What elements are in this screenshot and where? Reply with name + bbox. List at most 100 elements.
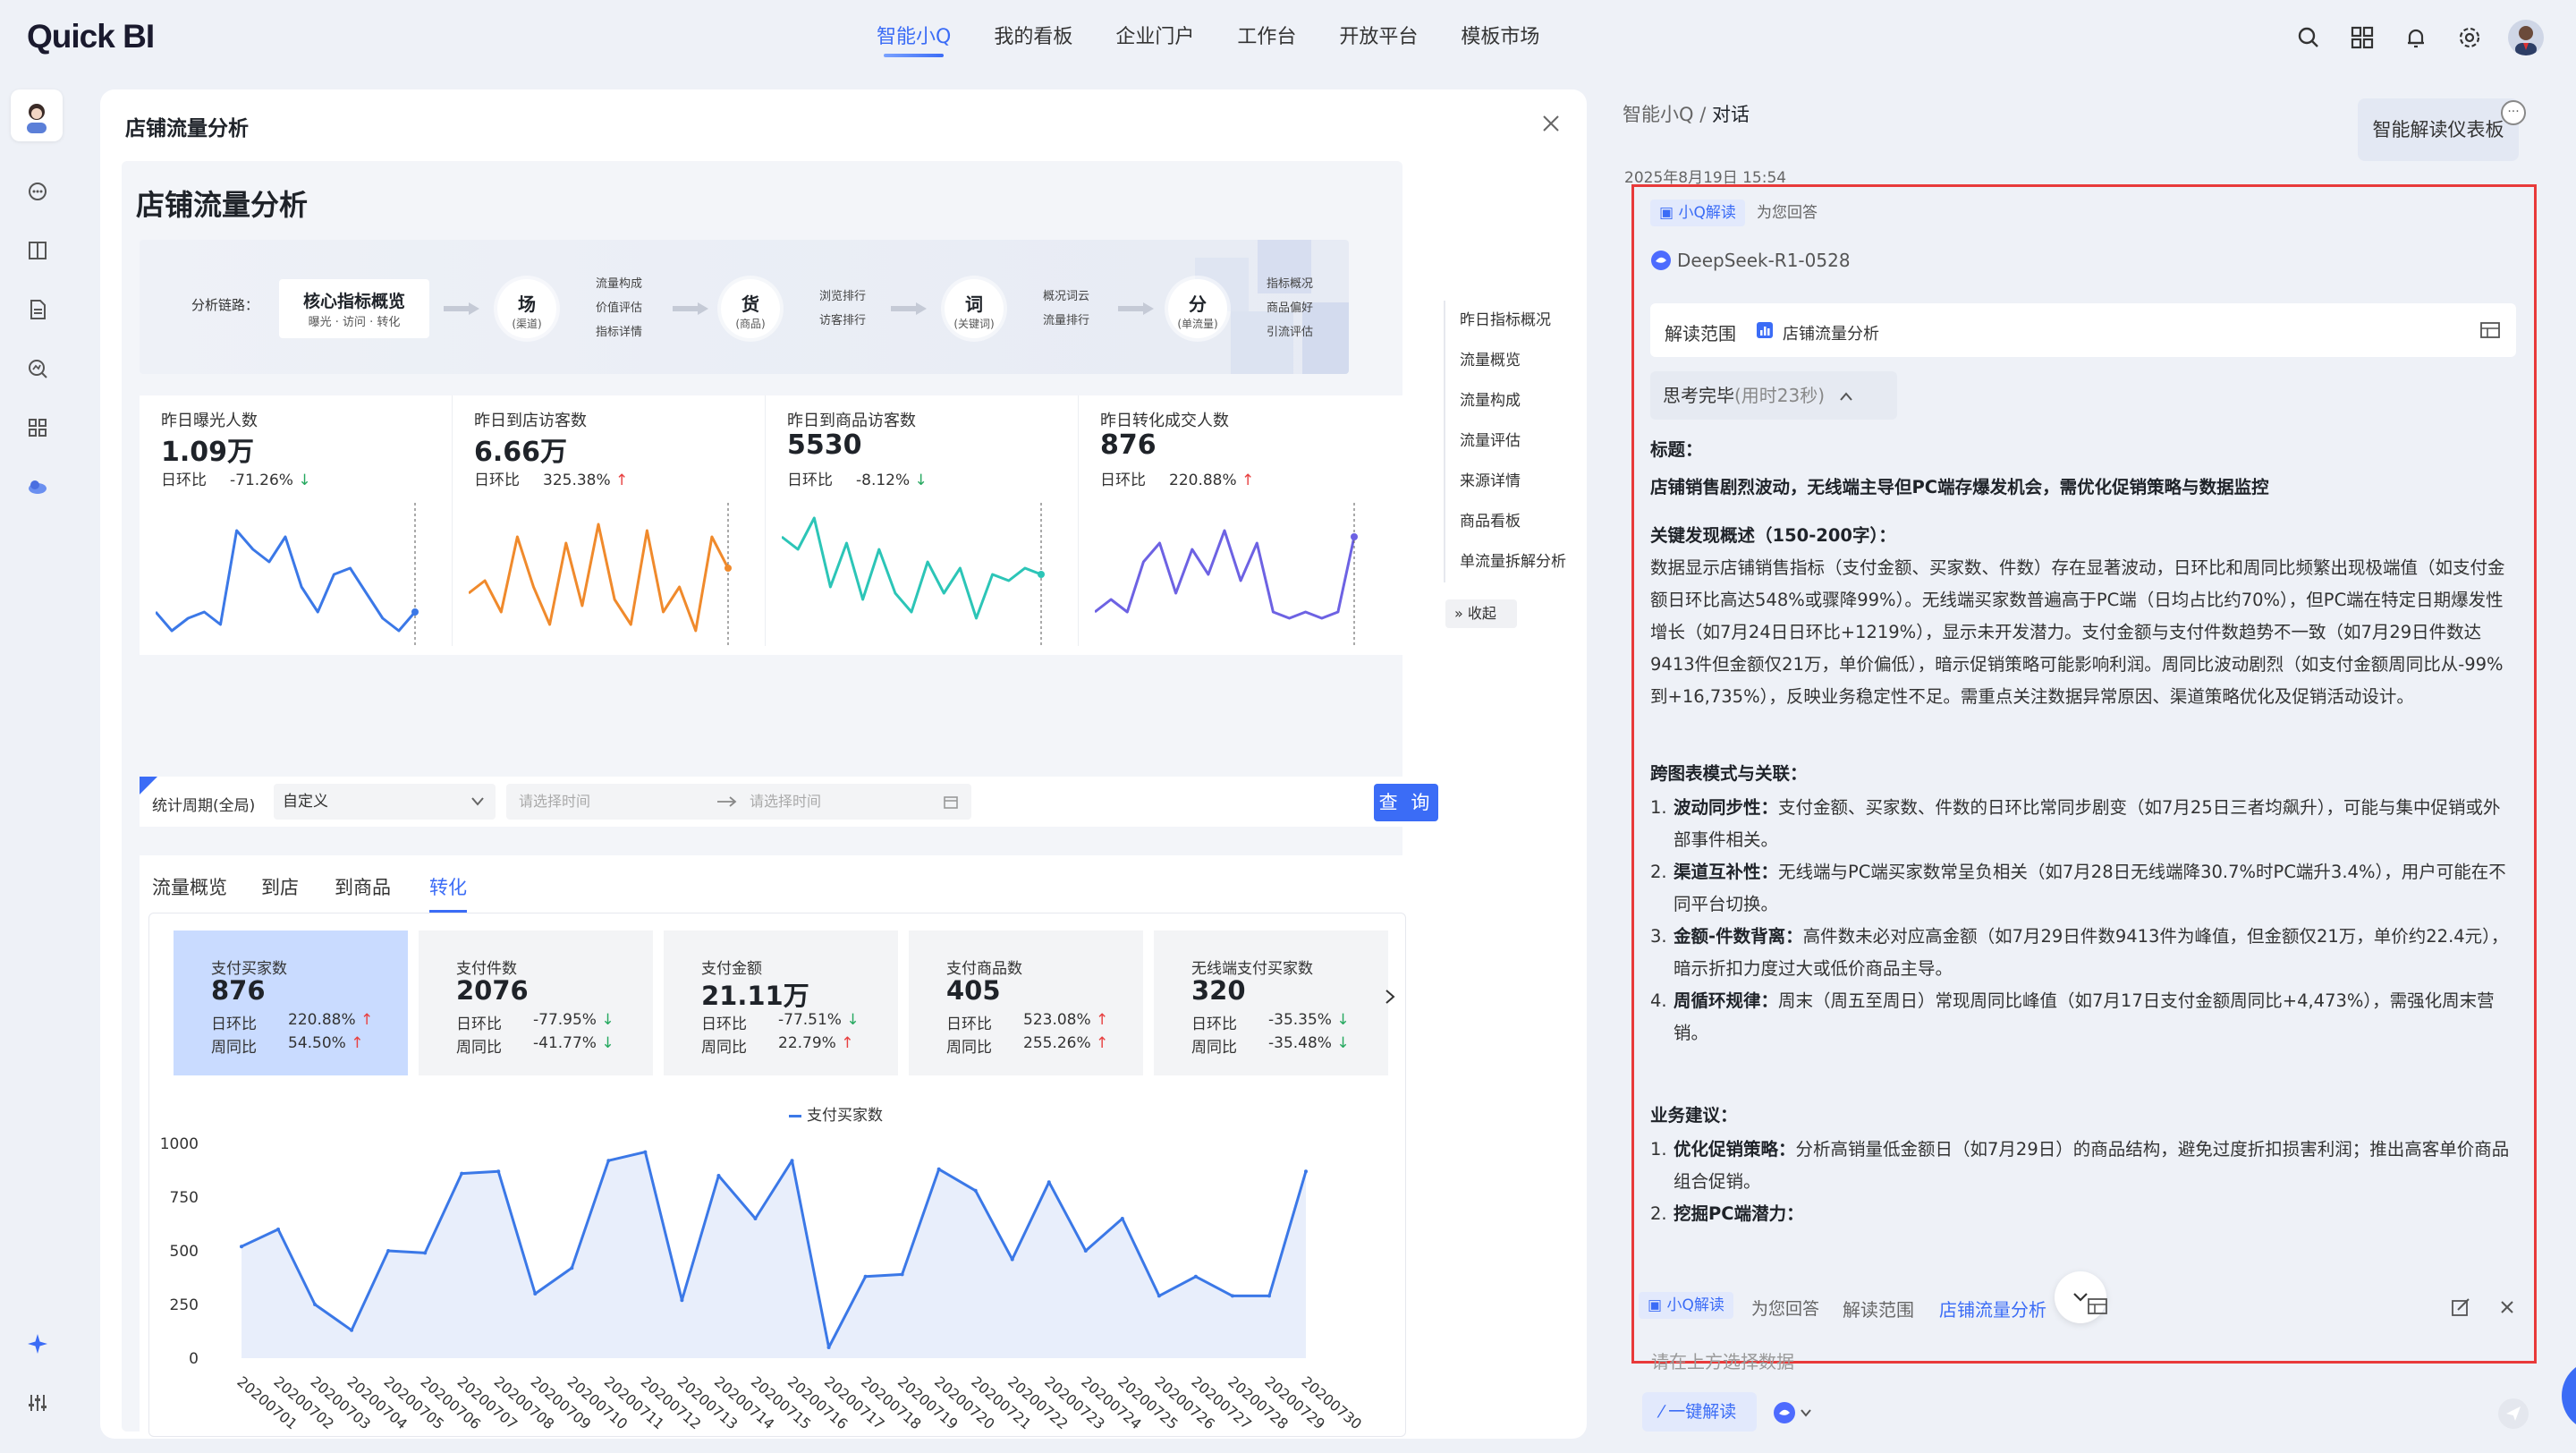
toc-item[interactable]: 来源详情 (1445, 462, 1596, 502)
toc-item[interactable]: 流量评估 (1445, 421, 1596, 462)
data-point[interactable] (753, 1217, 758, 1220)
table-icon[interactable] (2480, 321, 2500, 339)
tab-to-product[interactable]: 到商品 (335, 873, 391, 900)
book-icon[interactable] (25, 238, 50, 263)
one-click-interpret-button[interactable]: ⁄ 一键解读 (1642, 1392, 1757, 1432)
date-start-input[interactable]: 请选择时间 (519, 784, 590, 820)
data-point[interactable] (240, 1245, 243, 1249)
data-point[interactable] (1304, 1169, 1308, 1174)
chat-input[interactable]: 请在上方选择数据 (1651, 1347, 1794, 1373)
user-avatar[interactable] (2508, 20, 2544, 55)
toc-item[interactable]: 流量构成 (1445, 381, 1596, 421)
toc-item[interactable]: 流量概览 (1445, 341, 1596, 381)
chain-item[interactable]: 流量构成 (596, 272, 642, 296)
chain-item[interactable]: 概况词云 (1043, 285, 1089, 309)
data-point[interactable] (790, 1159, 794, 1163)
gear-icon[interactable] (2454, 22, 2485, 53)
data-point[interactable] (643, 1150, 648, 1154)
sparkle-icon[interactable] (25, 1331, 50, 1356)
data-point[interactable] (1193, 1274, 1198, 1279)
chain-item[interactable]: 浏览排行 (819, 285, 866, 309)
chain-node-single[interactable]: 分 (单流量) (1168, 279, 1227, 338)
data-point[interactable] (716, 1174, 721, 1177)
bell-icon[interactable] (2401, 22, 2431, 53)
chart-legend[interactable]: 支付买家数 (789, 1102, 883, 1125)
search-icon[interactable] (2293, 22, 2324, 53)
kpi-card[interactable]: 昨日到商品访客数 5530 日环比 -8.12% ↓ (766, 395, 1079, 655)
nav-item-open-platform[interactable]: 开放平台 (1339, 21, 1418, 57)
interpret-dashboard-button[interactable]: 智能解读仪表板 (2358, 98, 2519, 161)
data-point[interactable] (900, 1272, 904, 1277)
chain-item[interactable]: 价值评估 (596, 296, 642, 320)
tab-to-store[interactable]: 到店 (261, 873, 299, 900)
nav-item-smart-q[interactable]: 智能小Q (877, 21, 951, 57)
analysis-icon[interactable] (25, 356, 50, 381)
close-icon[interactable] (1540, 113, 1562, 134)
data-point[interactable] (1230, 1294, 1234, 1298)
data-point[interactable] (496, 1169, 501, 1174)
data-point[interactable] (936, 1167, 941, 1171)
metric-card[interactable]: 支付商品数 405 日环比 523.08% ↑ 周同比 255.26% ↑ (909, 930, 1143, 1075)
kpi-card[interactable]: 昨日到店访客数 6.66万 日环比 325.38% ↑ (453, 395, 766, 655)
thinking-toggle[interactable]: 思考完毕(用时23秒) (1650, 371, 1897, 420)
data-point[interactable] (276, 1228, 281, 1231)
model-select-icon[interactable] (1773, 1401, 1816, 1424)
data-point[interactable] (313, 1303, 318, 1306)
more-icon[interactable]: ··· (2501, 100, 2526, 125)
tab-traffic-overview[interactable]: 流量概览 (152, 873, 227, 900)
date-range-picker[interactable]: 请选择时间 请选择时间 (506, 784, 971, 820)
chain-item[interactable]: 指标详情 (596, 320, 642, 344)
metric-card[interactable]: 支付件数 2076 日环比 -77.95% ↓ 周同比 -41.77% ↓ (419, 930, 653, 1075)
query-button[interactable]: 查 询 (1374, 784, 1438, 821)
data-point[interactable] (350, 1328, 354, 1332)
grid-icon[interactable] (25, 415, 50, 440)
data-point[interactable] (1046, 1180, 1051, 1185)
nav-item-my-dashboard[interactable]: 我的看板 (994, 21, 1072, 57)
send-icon[interactable] (2497, 1398, 2529, 1430)
chain-node-product[interactable]: 货 (商品) (721, 279, 780, 338)
date-end-input[interactable]: 请选择时间 (750, 784, 821, 820)
chain-core-box[interactable]: 核心指标概览 曝光 · 访问 · 转化 (279, 279, 429, 338)
data-point[interactable] (1010, 1257, 1014, 1262)
edit-icon[interactable] (2451, 1297, 2470, 1317)
chain-node-channel[interactable]: 场 (渠道) (497, 279, 556, 338)
sliders-icon[interactable] (25, 1390, 50, 1415)
nav-item-workbench[interactable]: 工作台 (1237, 21, 1296, 57)
data-point[interactable] (1157, 1294, 1161, 1298)
apps-grid-icon[interactable] (2347, 22, 2377, 53)
metric-card[interactable]: 支付金额 21.11万 日环比 -77.51% ↓ 周同比 22.79% ↑ (664, 930, 898, 1075)
scope-value[interactable]: 店铺流量分析 (1783, 321, 1879, 344)
toc-collapse-button[interactable]: » 收起 (1445, 599, 1517, 628)
close-icon[interactable] (2499, 1299, 2515, 1315)
chain-item[interactable]: 指标概况 (1267, 272, 1313, 296)
data-point[interactable] (606, 1159, 611, 1163)
nav-item-template-market[interactable]: 模板市场 (1461, 21, 1539, 57)
table-icon[interactable] (2088, 1297, 2107, 1315)
data-point[interactable] (863, 1274, 868, 1279)
chain-item[interactable]: 引流评估 (1267, 320, 1313, 344)
app-logo[interactable]: Quick BI (27, 18, 155, 55)
chain-item[interactable]: 商品偏好 (1267, 296, 1313, 320)
data-point[interactable] (680, 1298, 684, 1303)
chain-item[interactable]: 流量排行 (1043, 309, 1089, 333)
cloud-icon[interactable] (25, 474, 50, 499)
assistant-avatar[interactable] (11, 89, 63, 141)
kpi-card[interactable]: 昨日转化成交人数 876 日环比 220.88% ↑ (1079, 395, 1392, 655)
chevron-right-icon[interactable] (1381, 988, 1399, 1006)
data-point[interactable] (1267, 1294, 1271, 1298)
nav-item-portal[interactable]: 企业门户 (1115, 21, 1194, 57)
data-point[interactable] (533, 1292, 538, 1296)
toc-item[interactable]: 商品看板 (1445, 502, 1596, 542)
chat-icon[interactable] (25, 179, 50, 204)
chain-item[interactable]: 访客排行 (819, 309, 866, 333)
data-point[interactable] (570, 1266, 574, 1270)
data-point[interactable] (973, 1188, 978, 1193)
metric-card[interactable]: 支付买家数 876 日环比 220.88% ↑ 周同比 54.50% ↑ (174, 930, 408, 1075)
kpi-card[interactable]: 昨日曝光人数 1.09万 日环比 -71.26% ↓ (140, 395, 453, 655)
tab-conversion[interactable]: 转化 (429, 873, 467, 913)
data-point[interactable] (1083, 1249, 1088, 1253)
toc-item[interactable]: 昨日指标概况 (1445, 301, 1596, 341)
data-point[interactable] (460, 1171, 464, 1176)
breadcrumb-root[interactable]: 智能小Q (1623, 104, 1694, 125)
data-point[interactable] (423, 1251, 428, 1255)
